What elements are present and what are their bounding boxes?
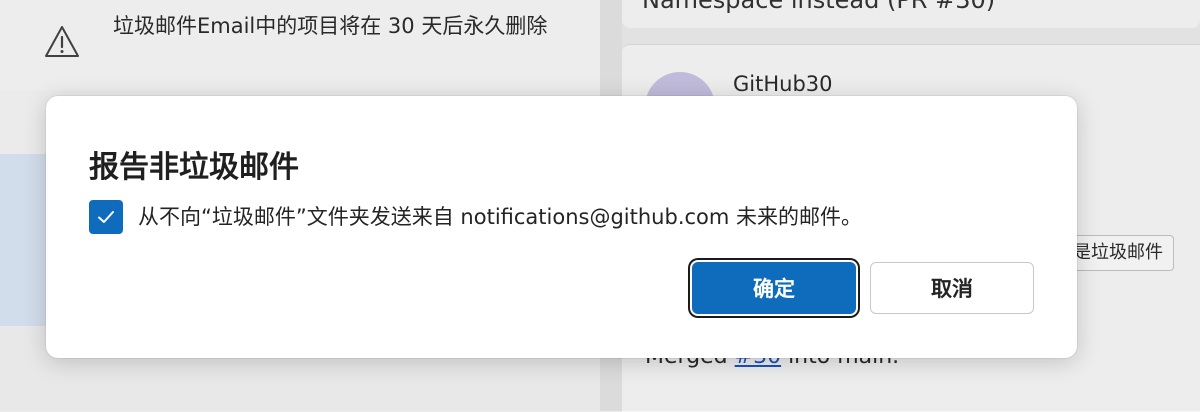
checkbox-label: 从不向“垃圾邮件”文件夹发送来自 notifications@github.co…	[138, 205, 863, 229]
confirm-button[interactable]: 确定	[692, 262, 856, 314]
dialog-title: 报告非垃圾邮件	[89, 150, 299, 185]
cancel-button[interactable]: 取消	[870, 262, 1034, 314]
never-send-to-junk-checkbox[interactable]	[89, 200, 123, 234]
checkmark-icon	[98, 211, 114, 223]
report-not-junk-dialog: 报告非垃圾邮件 从不向“垃圾邮件”文件夹发送来自 notifications@g…	[46, 96, 1077, 358]
